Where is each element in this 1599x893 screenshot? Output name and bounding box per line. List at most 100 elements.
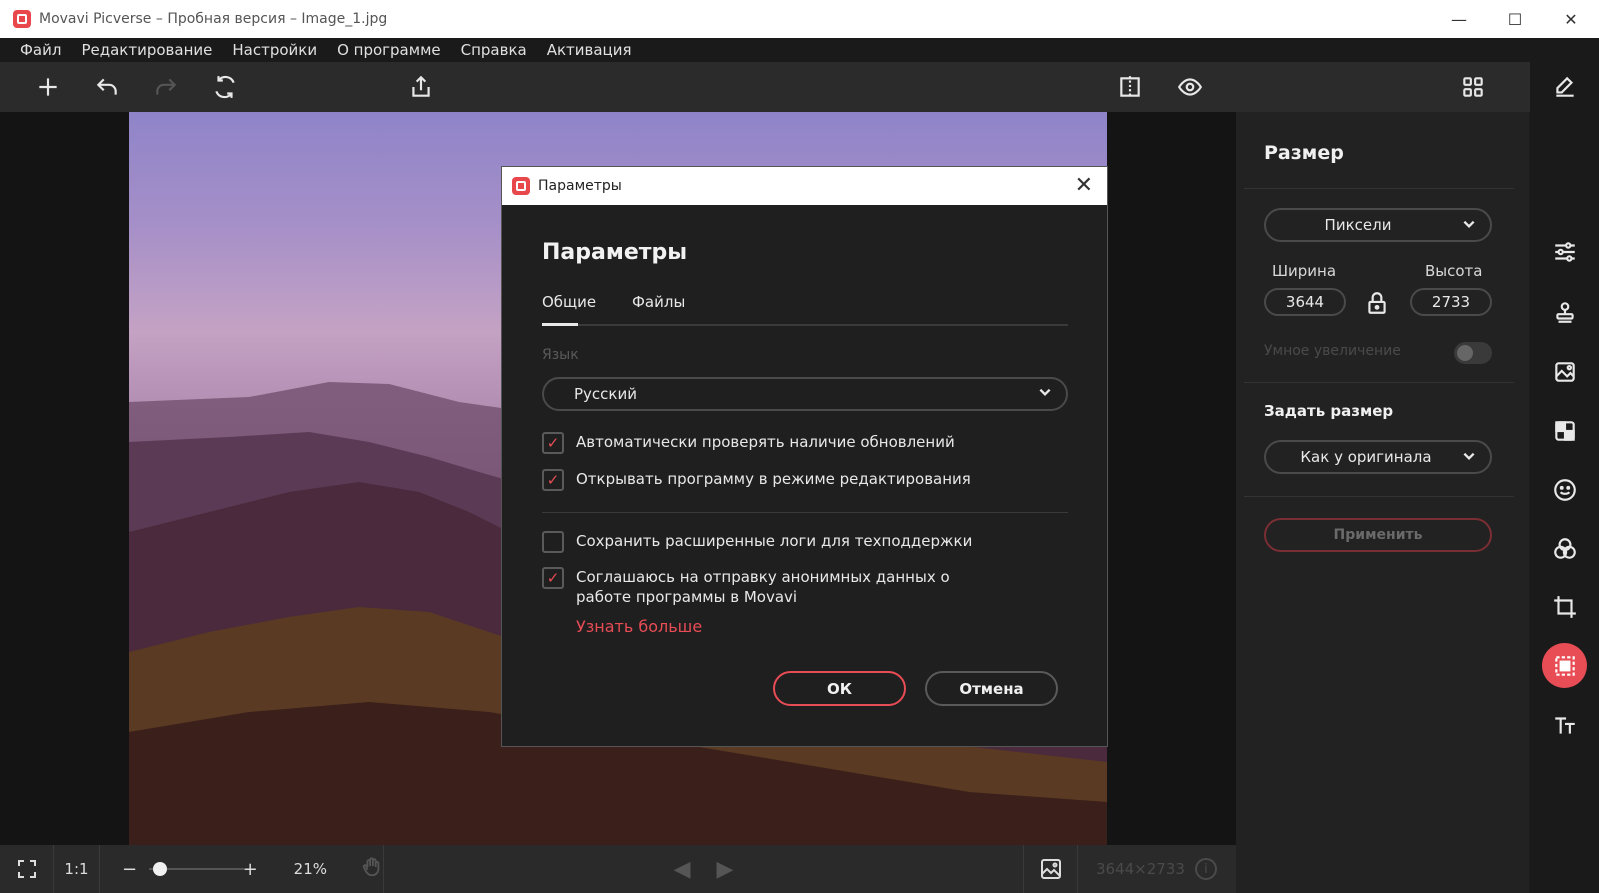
zoom-level: 21% — [293, 860, 327, 878]
anonymous-data-label: Соглашаюсь на отправку анонимных данных … — [576, 568, 950, 606]
zoom-slider[interactable] — [149, 862, 245, 876]
dialog-window-title: Параметры — [538, 178, 622, 194]
compare-icon[interactable] — [1112, 70, 1148, 104]
minimize-button[interactable]: — — [1431, 0, 1487, 38]
tab-files[interactable]: Файлы — [632, 293, 685, 311]
face-retouch-icon[interactable] — [1542, 467, 1587, 512]
menu-file[interactable]: Файл — [20, 41, 61, 59]
cancel-button[interactable]: Отмена — [925, 671, 1058, 706]
text-tool-icon[interactable] — [1542, 702, 1587, 747]
size-preset-select[interactable]: Как у оригинала — [1264, 440, 1492, 474]
menu-activation[interactable]: Активация — [547, 41, 632, 59]
fullscreen-icon[interactable] — [0, 845, 54, 893]
tab-underline — [542, 324, 1068, 326]
chevron-down-icon — [1462, 217, 1476, 234]
anonymous-data-checkbox[interactable]: ✓ — [542, 567, 564, 589]
language-select-value: Русский — [574, 385, 637, 403]
checkbox-row-anonymous-data: ✓ Соглашаюсь на отправку анонимных данны… — [542, 567, 996, 607]
grid-view-icon[interactable] — [1455, 70, 1491, 104]
aspect-lock-icon[interactable] — [1364, 290, 1390, 320]
unit-select[interactable]: Пиксели — [1264, 208, 1492, 242]
chevron-down-icon — [1462, 449, 1476, 466]
height-input[interactable]: 2733 — [1410, 288, 1492, 316]
width-label: Ширина — [1272, 262, 1337, 280]
zoom-out-button[interactable]: − — [122, 859, 137, 880]
status-bar: 1:1 − + 21% ◀ ▶ 3644×2733 i — [0, 845, 1236, 893]
crop-icon[interactable] — [1542, 584, 1587, 629]
dialog-title-bar: Параметры ✕ — [502, 167, 1107, 205]
info-icon[interactable]: i — [1194, 858, 1217, 880]
auto-update-label: Автоматически проверять наличие обновлен… — [576, 433, 955, 451]
chevron-down-icon — [1038, 385, 1052, 403]
settings-dialog: Параметры ✕ Параметры Общие Файлы Язык Р… — [501, 166, 1108, 747]
menu-about[interactable]: О программе — [337, 41, 441, 59]
menu-edit[interactable]: Редактирование — [81, 41, 212, 59]
add-icon[interactable] — [30, 70, 66, 104]
navigation-arrows: ◀ ▶ — [384, 845, 1024, 893]
smart-upscale-label: Умное увеличение — [1264, 343, 1401, 359]
window-title: Movavi Picverse – Пробная версия – Image… — [39, 11, 388, 27]
extended-logs-checkbox[interactable] — [542, 531, 564, 553]
language-label: Язык — [542, 347, 579, 363]
edit-pencil-icon[interactable] — [1542, 64, 1587, 109]
apply-button[interactable]: Применить — [1264, 518, 1492, 552]
zoom-slider-handle[interactable] — [153, 862, 168, 876]
color-filters-icon[interactable] — [1542, 526, 1587, 571]
menu-bar: Файл Редактирование Настройки О программ… — [0, 38, 1599, 62]
export-icon[interactable] — [403, 70, 439, 104]
actual-size-button[interactable]: 1:1 — [54, 845, 100, 893]
adjust-sliders-icon[interactable] — [1542, 229, 1587, 274]
language-select[interactable]: Русский — [542, 377, 1068, 411]
title-bar: Movavi Picverse – Пробная версия – Image… — [0, 0, 1599, 38]
tool-rail — [1530, 62, 1599, 893]
image-dimensions: 3644×2733 i — [1078, 845, 1236, 893]
preset-select-value: Как у оригинала — [1300, 448, 1432, 466]
maximize-button[interactable]: ☐ — [1487, 0, 1543, 38]
unit-select-value: Пиксели — [1324, 216, 1392, 234]
panel-divider — [1244, 188, 1514, 189]
resize-panel: Размер Пиксели Ширина Высота 3644 2733 У… — [1236, 112, 1529, 893]
dimensions-text: 3644×2733 — [1096, 860, 1185, 878]
tab-general[interactable]: Общие — [542, 293, 596, 311]
dialog-heading: Параметры — [542, 240, 688, 265]
toolbar — [0, 62, 1530, 112]
extended-logs-label: Сохранить расширенные логи для техподдер… — [576, 532, 973, 550]
preview-eye-icon[interactable] — [1172, 70, 1208, 104]
redo-icon[interactable] — [148, 70, 184, 104]
panel-title: Размер — [1264, 142, 1344, 164]
zoom-in-button[interactable]: + — [243, 859, 258, 880]
active-tab-indicator — [542, 323, 578, 326]
hand-pan-icon[interactable] — [361, 856, 383, 882]
dialog-close-icon[interactable]: ✕ — [1075, 173, 1093, 198]
menu-help[interactable]: Справка — [461, 41, 527, 59]
zoom-controls: − + 21% — [100, 845, 384, 893]
set-size-label: Задать размер — [1264, 402, 1394, 420]
open-edit-mode-checkbox[interactable]: ✓ — [542, 469, 564, 491]
dialog-divider — [542, 512, 1068, 513]
background-icon[interactable] — [1542, 408, 1587, 453]
checkbox-row-auto-update: ✓ Автоматически проверять наличие обновл… — [542, 432, 1036, 454]
checkbox-row-edit-mode: ✓ Открывать программу в режиме редактиро… — [542, 469, 1036, 491]
prev-image-icon[interactable]: ◀ — [674, 857, 691, 882]
next-image-icon[interactable]: ▶ — [717, 857, 734, 882]
panel-divider — [1244, 496, 1514, 497]
resize-icon[interactable] — [1542, 643, 1587, 688]
height-label: Высота — [1425, 262, 1483, 280]
menu-settings[interactable]: Настройки — [232, 41, 317, 59]
app-logo-icon — [512, 177, 530, 195]
checkbox-row-logs: Сохранить расширенные логи для техподдер… — [542, 531, 1036, 553]
image-info-icon[interactable] — [1024, 845, 1078, 893]
learn-more-link[interactable]: Узнать больше — [576, 617, 702, 636]
app-logo-icon — [13, 10, 31, 28]
undo-icon[interactable] — [89, 70, 125, 104]
ok-button[interactable]: ОК — [773, 671, 906, 706]
auto-update-checkbox[interactable]: ✓ — [542, 432, 564, 454]
close-window-button[interactable]: ✕ — [1543, 0, 1599, 38]
width-input[interactable]: 3644 — [1264, 288, 1346, 316]
reset-icon[interactable] — [207, 70, 243, 104]
panel-divider — [1244, 382, 1514, 383]
open-edit-mode-label: Открывать программу в режиме редактирова… — [576, 470, 971, 488]
smart-upscale-toggle[interactable] — [1454, 342, 1492, 364]
image-replace-icon[interactable] — [1542, 349, 1587, 394]
stamp-icon[interactable] — [1542, 289, 1587, 334]
